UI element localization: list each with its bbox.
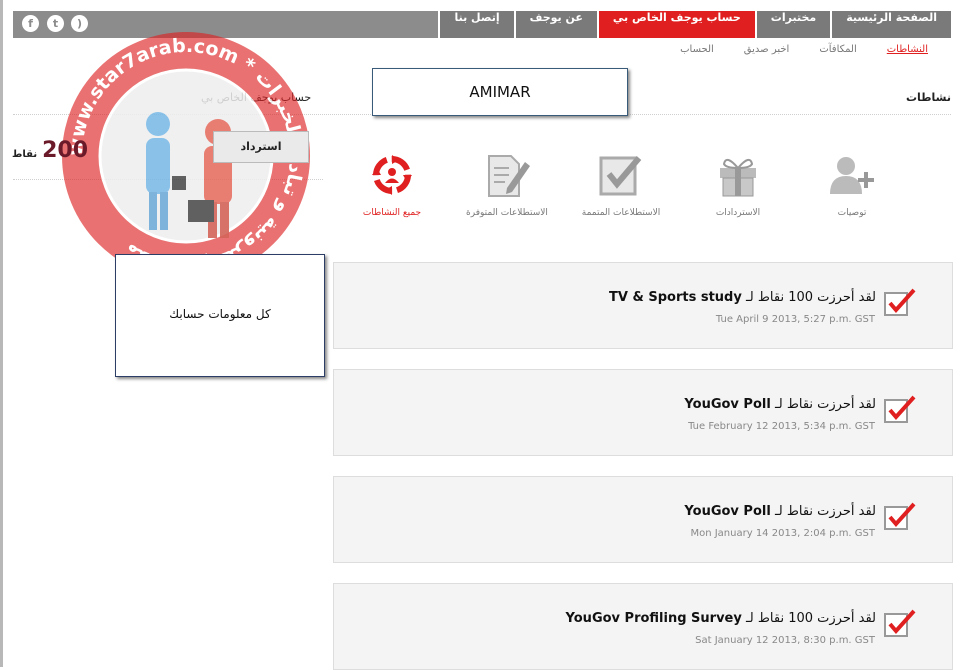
activity-date: Tue February 12 2013, 5:34 p.m. GST	[688, 421, 875, 432]
account-info-text: كل معلومات حسابك	[169, 307, 271, 321]
filter-recommendations[interactable]: توصيات	[802, 152, 902, 220]
completed-check-icon	[884, 395, 916, 423]
filter-completed-surveys[interactable]: الاستطلاعات المتممة	[571, 152, 671, 220]
filter-label: الاستطلاعات المتممة	[581, 208, 661, 218]
points-display: 200 نقاط	[12, 138, 88, 163]
activity-card: لقد أحرزت 100 نقاط لـ YouGov Profiling S…	[333, 583, 953, 670]
filter-label: توصيات	[837, 208, 867, 218]
all-activities-icon	[372, 155, 412, 195]
subnav-item-activities[interactable]: النشاطات	[887, 44, 928, 55]
activity-title: لقد أحرزت 100 نقاط لـ YouGov Profiling S…	[565, 611, 876, 626]
user-name-box: AMIMAR	[372, 68, 628, 116]
filter-label: الاستردادات	[715, 208, 761, 218]
add-user-icon	[830, 157, 874, 194]
window-edge	[0, 0, 3, 667]
activity-title: لقد أحرزت 100 نقاط لـ TV & Sports study	[609, 290, 876, 305]
activity-date: Sat January 12 2013, 8:30 p.m. GST	[695, 635, 875, 646]
points-label: نقاط	[12, 149, 38, 160]
points-value: 200	[42, 138, 89, 163]
main-nav: الصفحة الرئيسية مختبرات حساب يوجف الخاص …	[438, 11, 951, 38]
filter-label: جميع النشاطات	[362, 208, 422, 218]
nav-item-about[interactable]: عن يوجف	[513, 11, 597, 38]
activity-card: لقد أحرزت نقاط لـ YouGov Poll Mon Januar…	[333, 476, 953, 563]
gift-icon	[720, 158, 756, 197]
activity-date: Tue April 9 2013, 5:27 p.m. GST	[715, 314, 875, 325]
activity-card: لقد أحرزت نقاط لـ YouGov Poll Tue Februa…	[333, 369, 953, 456]
completed-check-icon	[884, 288, 916, 316]
account-info-box: كل معلومات حسابك	[115, 254, 325, 377]
activity-title: لقد أحرزت نقاط لـ YouGov Poll	[684, 397, 876, 412]
nav-item-contact[interactable]: إتصل بنا	[438, 11, 514, 38]
sub-nav: النشاطات المكافآت اخبر صديق الحساب	[650, 44, 928, 55]
completed-check-icon	[884, 502, 916, 530]
subnav-item-tell-friend[interactable]: اخبر صديق	[744, 44, 790, 55]
subnav-item-rewards[interactable]: المكافآت	[819, 44, 856, 55]
nav-item-home[interactable]: الصفحة الرئيسية	[830, 11, 951, 38]
completed-check-icon	[884, 609, 916, 637]
activity-title: لقد أحرزت نقاط لـ YouGov Poll	[684, 504, 876, 519]
subnav-item-account[interactable]: الحساب	[680, 44, 714, 55]
activity-date: Mon January 14 2013, 2:04 p.m. GST	[690, 528, 875, 539]
facebook-icon[interactable]: f	[22, 15, 39, 32]
checkbox-icon	[599, 156, 642, 196]
activity-title: نشاطات	[906, 91, 951, 104]
filter-available-surveys[interactable]: الاستطلاعات المتوفرة	[457, 152, 557, 220]
filter-redemptions[interactable]: الاستردادات	[688, 152, 788, 220]
edit-icon	[488, 155, 530, 197]
nav-item-my-account[interactable]: حساب يوجف الخاص بي	[596, 11, 755, 38]
nav-item-labs[interactable]: مختبرات	[754, 11, 831, 38]
filter-label: الاستطلاعات المتوفرة	[466, 208, 548, 218]
filter-all-activities[interactable]: جميع النشاطات	[342, 152, 442, 220]
activity-card: لقد أحرزت 100 نقاط لـ TV & Sports study …	[333, 262, 953, 349]
redeem-button[interactable]: استرداد	[213, 131, 309, 163]
